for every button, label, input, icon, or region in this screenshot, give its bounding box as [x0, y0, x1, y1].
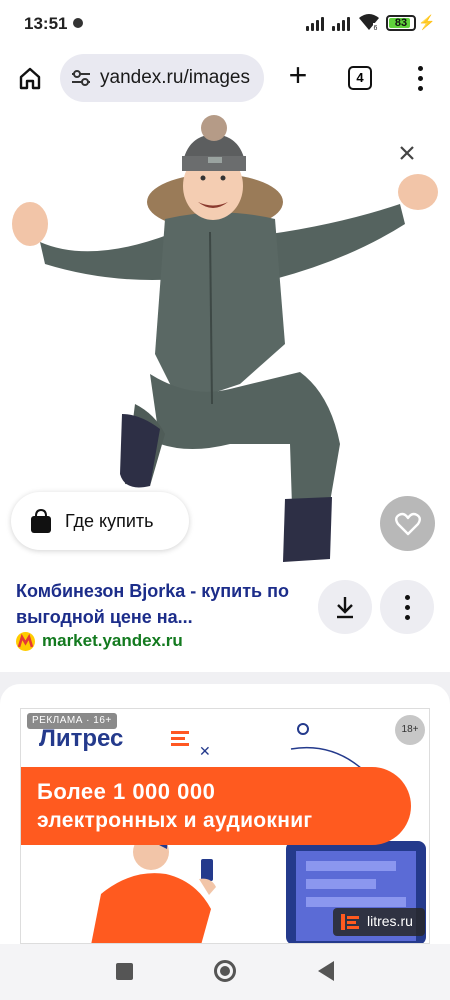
more-vert-icon [418, 66, 423, 71]
market-logo-icon [16, 632, 35, 651]
download-button[interactable] [318, 580, 372, 634]
shopping-bag-icon [31, 508, 51, 533]
ad-source-domain: litres.ru [367, 913, 413, 929]
browser-menu-button[interactable] [412, 66, 428, 92]
recent-apps-button[interactable] [116, 963, 133, 980]
plus-icon: + [288, 57, 308, 93]
ad-headline-1: Более 1 000 000 [37, 779, 216, 804]
browser-toolbar: yandex.ru/images + 4 [0, 48, 450, 114]
address-bar[interactable]: yandex.ru/images [60, 54, 264, 102]
sparkle-icon: ✕ [199, 743, 211, 759]
system-home-button[interactable] [214, 960, 236, 982]
ad-headline-band: Более 1 000 000 электронных и аудиокниг [21, 767, 411, 845]
charging-icon: ⚡ [418, 14, 436, 30]
new-tab-button[interactable]: + [284, 57, 312, 93]
litres-logo-icon [341, 914, 359, 930]
where-to-buy-label: Где купить [65, 511, 154, 531]
site-settings-icon[interactable] [70, 68, 92, 88]
tabs-button[interactable]: 4 [348, 66, 372, 90]
ad-brand-logo: Литрес [39, 725, 124, 752]
battery-icon: 83 [386, 15, 416, 31]
favorite-button[interactable] [380, 496, 435, 551]
close-icon[interactable] [394, 140, 420, 166]
wifi-icon: 6 [359, 14, 379, 31]
system-nav-bar [0, 944, 450, 1000]
status-bar: 13:51 6 83 ⚡ [0, 0, 450, 48]
brand-bars-icon [171, 731, 189, 747]
age-rating-badge: 18+ [395, 715, 425, 745]
ad-source-badge[interactable]: litres.ru [333, 908, 425, 936]
more-vert-icon [405, 595, 410, 600]
download-icon [337, 597, 353, 619]
result-title-link[interactable]: Комбинезон Bjorka - купить по выгодной ц… [16, 578, 316, 630]
battery-level: 83 [394, 17, 408, 29]
result-more-button[interactable] [380, 580, 434, 634]
back-button[interactable] [318, 961, 334, 981]
home-icon [19, 67, 41, 90]
signal-icon-2 [332, 15, 354, 31]
ad-card: РЕКЛАМА · 16+ Литрес ✕ 18+ Более 1 000 0… [0, 684, 450, 944]
heart-icon [394, 512, 421, 535]
ad-headline-2: электронных и аудиокниг [37, 809, 313, 832]
url-text: yandex.ru/images [100, 67, 250, 88]
svg-text:6: 6 [374, 25, 378, 31]
home-button[interactable] [14, 62, 46, 94]
source-domain: market.yandex.ru [42, 631, 183, 650]
status-time: 13:51 [24, 14, 68, 33]
where-to-buy-button[interactable]: Где купить [11, 492, 189, 550]
image-result-card: Где купить Комбинезон Bjorka - купить по… [0, 114, 450, 672]
signal-icon [306, 15, 328, 31]
notification-dot-icon [73, 18, 83, 28]
